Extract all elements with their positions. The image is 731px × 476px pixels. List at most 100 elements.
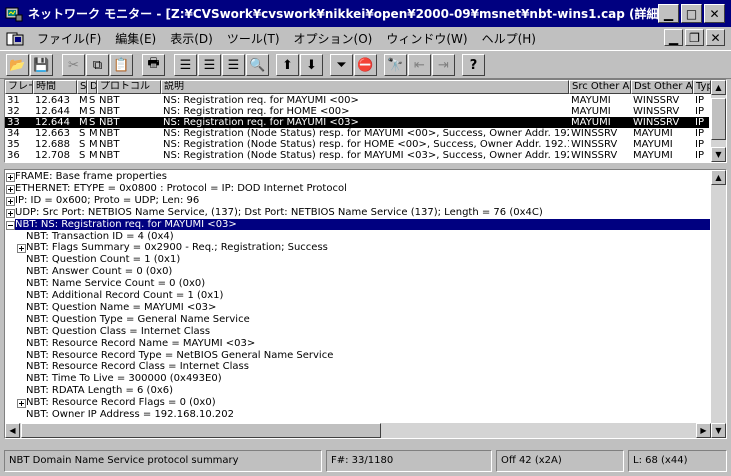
detail-pane-button[interactable]: ☰ — [198, 54, 221, 76]
detail-tree-item[interactable]: NBT: NS: Registration req. for MAYUMI <0… — [15, 218, 710, 230]
detail-scroll-up-button[interactable]: ▲ — [711, 170, 726, 185]
detail-tree-item[interactable]: IP: ID = 0x600; Proto = UDP; Len: 96 — [15, 195, 199, 206]
table-row[interactable]: 33 12.644 M S NBT NS: Registration req. for M… — [5, 117, 709, 128]
detail-tree-item[interactable]: NBT: Owner IP Address = 192.168.10.202 — [26, 409, 234, 420]
find-previous-button[interactable]: ⇤ — [408, 54, 431, 76]
detail-tree-item[interactable]: NBT: Resource Record Class = Internet Cl… — [26, 361, 249, 372]
summary-scroll-down-button[interactable]: ▼ — [711, 147, 726, 162]
column-header-frame[interactable]: フレーム — [5, 80, 33, 94]
mdi-minimize-button[interactable]: ▁ — [664, 29, 683, 46]
previous-frame-button[interactable]: ⬆ — [276, 54, 299, 76]
menu-item-4[interactable]: オプション(O) — [287, 30, 380, 47]
column-header-dst-other-addr[interactable]: Dst Other A — [631, 80, 693, 94]
expand-plus-icon[interactable] — [6, 184, 15, 194]
status-protocol-summary: NBT Domain Name Service protocol summary — [4, 450, 322, 472]
column-header-time[interactable]: 時間 — [33, 80, 77, 94]
detail-scroll-right-button[interactable]: ▶ — [696, 423, 711, 438]
menu-item-0[interactable]: ファイル(F) — [30, 30, 108, 47]
detail-tree-item[interactable]: NBT: Resource Record Name = MAYUMI <03> — [26, 338, 255, 349]
detail-tree-item[interactable]: NBT: Question Count = 1 (0x1) — [26, 254, 180, 265]
cell-d: S — [89, 106, 96, 117]
find-binoculars-icon: 🔭 — [387, 57, 404, 73]
network-monitor-app-icon[interactable] — [5, 5, 23, 23]
frame-summary-pane[interactable]: フレーム 時間 S D プロトコル 説明 Src Other A Dst Oth… — [4, 79, 727, 163]
detail-tree-item[interactable]: NBT: Answer Count = 0 (0x0) — [26, 266, 172, 277]
print-icon: 🖶 — [147, 56, 160, 71]
summary-scroll-thumb[interactable] — [711, 98, 726, 140]
save-button[interactable]: 💾 — [30, 54, 53, 76]
column-header-type[interactable]: Type — [693, 80, 711, 94]
detail-scroll-left-button[interactable]: ◀ — [5, 423, 20, 438]
next-frame-button[interactable]: ⬇ — [300, 54, 323, 76]
column-header-description[interactable]: 説明 — [161, 80, 569, 94]
mdi-close-button[interactable]: ✕ — [706, 29, 725, 46]
paste-button[interactable]: 📋 — [110, 54, 133, 76]
maximize-button[interactable]: □ — [681, 4, 702, 23]
table-row[interactable]: 32 12.644 M S NBT NS: Registration req. for H… — [5, 106, 709, 117]
help-button[interactable]: ? — [462, 54, 485, 76]
open-button[interactable]: 📂 — [6, 54, 29, 76]
table-row[interactable]: 34 12.663 S M NBT NS: Registration (Node Stat… — [5, 128, 709, 139]
cell-src: MAYUMI — [571, 95, 611, 106]
column-header-src-other-addr[interactable]: Src Other A — [569, 80, 631, 94]
hex-pane-button[interactable]: ☰ — [222, 54, 245, 76]
detail-tree-item[interactable]: NBT: Question Name = MAYUMI <03> — [26, 302, 216, 313]
detail-tree-item[interactable]: NBT: Resource Record Type = NetBIOS Gene… — [26, 350, 333, 361]
detail-scroll-down-button[interactable]: ▼ — [711, 423, 726, 438]
expand-plus-icon[interactable] — [6, 172, 15, 182]
detail-tree-item[interactable]: NBT: Flags Summary = 0x2900 - Req.; Regi… — [26, 242, 328, 253]
table-row[interactable]: 31 12.643 M S NBT NS: Registration req. for M… — [5, 95, 709, 106]
cell-d: M — [89, 150, 97, 161]
minimize-icon: ▁ — [668, 30, 679, 45]
menu-item-3[interactable]: ツール(T) — [220, 30, 287, 47]
expand-plus-icon[interactable] — [17, 243, 26, 254]
menu-item-1[interactable]: 編集(E) — [108, 30, 163, 47]
detail-scrollbar[interactable] — [711, 170, 726, 438]
menu-item-5[interactable]: ウィンドウ(W) — [379, 30, 474, 47]
frame-detail-pane[interactable]: FRAME: Base frame properties ETHERNET: ET… — [4, 169, 727, 439]
menu-item-6[interactable]: ヘルプ(H) — [475, 30, 543, 47]
detail-tree-item[interactable]: NBT: Resource Record Flags = 0 (0x0) — [26, 397, 216, 408]
expand-plus-icon[interactable] — [6, 208, 15, 218]
column-header-protocol[interactable]: プロトコル — [97, 80, 161, 94]
find-button[interactable]: 🔭 — [384, 54, 407, 76]
summary-scroll-up-button[interactable]: ▲ — [711, 80, 726, 95]
minimize-button[interactable]: ▁ — [658, 4, 679, 23]
detail-tree-item[interactable]: NBT: Name Service Count = 0 (0x0) — [26, 278, 205, 289]
capture-document-icon[interactable] — [6, 31, 24, 47]
expand-plus-icon[interactable] — [6, 196, 15, 206]
menu-item-2[interactable]: 表示(D) — [163, 30, 220, 47]
column-header-dst[interactable]: D — [87, 80, 97, 94]
detail-tree-item[interactable]: UDP: Src Port: NETBIOS Name Service, (13… — [15, 207, 543, 218]
detail-hscroll-thumb[interactable] — [21, 423, 381, 438]
summary-pane-button[interactable]: ☰ — [174, 54, 197, 76]
close-button[interactable]: ✕ — [704, 4, 725, 23]
cell-desc: NS: Registration req. for MAYUMI <03> — [163, 117, 359, 128]
status-bar: NBT Domain Name Service protocol summary… — [0, 446, 731, 476]
print-button[interactable]: 🖶 — [142, 54, 165, 76]
table-row[interactable]: 35 12.688 S M NBT NS: Registration (Node Stat… — [5, 139, 709, 150]
detail-tree-item[interactable]: NBT: RDATA Length = 6 (0x6) — [26, 385, 173, 396]
filter-off-button[interactable]: ⛔ — [354, 54, 377, 76]
find-next-button[interactable]: ⇥ — [432, 54, 455, 76]
collapse-minus-icon[interactable] — [6, 220, 15, 230]
column-header-src[interactable]: S — [77, 80, 87, 94]
detail-tree-item[interactable]: NBT: Time To Live = 300000 (0x493E0) — [26, 373, 222, 384]
table-row[interactable]: 36 12.708 S M NBT NS: Registration (Node Stat… — [5, 150, 709, 161]
cut-button[interactable]: ✂ — [62, 54, 85, 76]
copy-button[interactable]: ⧉ — [86, 54, 109, 76]
cell-src: WINSSRV — [571, 128, 618, 139]
mdi-restore-button[interactable]: ❐ — [685, 29, 704, 46]
detail-tree-item[interactable]: NBT: Question Class = Internet Class — [26, 326, 210, 337]
detail-tree-item[interactable]: NBT: Question Type = General Name Servic… — [26, 314, 250, 325]
cell-src: MAYUMI — [571, 106, 611, 117]
zoom-button[interactable]: 🔍 — [246, 54, 269, 76]
detail-tree-item[interactable]: FRAME: Base frame properties — [15, 171, 167, 182]
expand-plus-icon[interactable] — [17, 398, 26, 409]
detail-tree-item[interactable]: NBT: Transaction ID = 4 (0x4) — [26, 231, 174, 242]
cell-desc: NS: Registration (Node Status) resp. for… — [163, 150, 569, 161]
detail-tree-item[interactable]: NBT: Additional Record Count = 1 (0x1) — [26, 290, 223, 301]
detail-tree-item[interactable]: ETHERNET: ETYPE = 0x0800 : Protocol = IP… — [15, 183, 347, 194]
cell-dst: MAYUMI — [633, 139, 673, 150]
filter-button[interactable]: ⏷ — [330, 54, 353, 76]
